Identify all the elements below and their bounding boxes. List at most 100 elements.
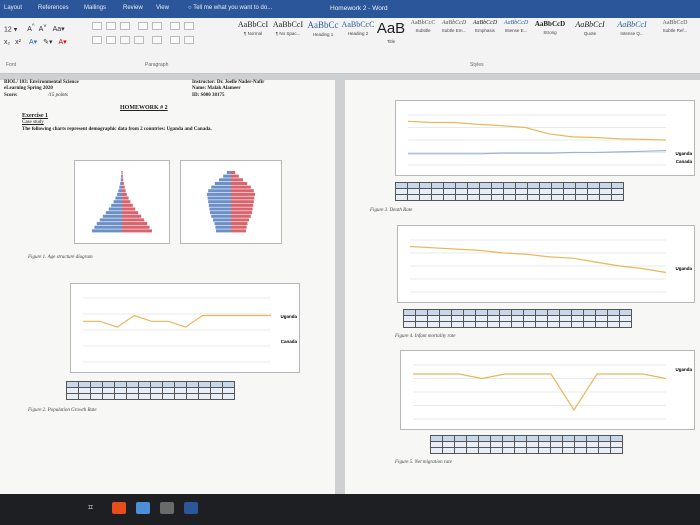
tab-mailings[interactable]: Mailings xyxy=(84,5,106,11)
pyramid-male-bar xyxy=(215,225,231,229)
edge-app-icon[interactable] xyxy=(136,502,150,514)
pyramid-female-bar xyxy=(122,200,131,204)
pyramid-female-bar xyxy=(122,225,150,229)
font-format-row: x₂ x² A▾ ✎▾ A▾ xyxy=(4,38,67,46)
style-normal[interactable]: AaBbCcI ¶ Normal xyxy=(236,20,270,54)
pyramid-male-bar xyxy=(102,214,122,218)
document-page-right[interactable]: Uganda Canada Figure 3. Death Rate Ugand… xyxy=(345,80,700,500)
paragraph-group xyxy=(92,22,227,56)
style-emphasis[interactable]: AaBbCcD Emphasis xyxy=(470,20,500,54)
tab-references[interactable]: References xyxy=(38,5,69,11)
align-center-icon[interactable] xyxy=(106,36,116,44)
word-window: Layout References Mailings Review View ○… xyxy=(0,0,700,525)
text-effects-icon[interactable]: A▾ xyxy=(29,39,37,46)
student-id: ID: S000 38175 xyxy=(192,93,225,98)
chart-infant-mortality[interactable]: Uganda xyxy=(397,225,695,303)
pyramid-female-bar xyxy=(122,192,127,196)
figure-2-caption: Figure 2. Population Growth Rate xyxy=(28,408,97,413)
series-line-uganda xyxy=(407,120,667,141)
tab-review[interactable]: Review xyxy=(123,5,143,11)
style-subtitle[interactable]: AaBbCcC Subtitle xyxy=(408,20,438,54)
office-app-icon[interactable] xyxy=(112,502,126,514)
pyramid-male-bar xyxy=(214,222,231,226)
pyramid-female-bar xyxy=(122,203,133,207)
align-left-icon[interactable] xyxy=(92,36,102,44)
pyramid-female-bar xyxy=(122,222,148,226)
pyramid-male-bar xyxy=(117,192,122,196)
style-heading-1[interactable]: AaBbCc Heading 1 xyxy=(306,20,340,54)
pyramid-female-bar xyxy=(231,181,248,185)
pyramid-female-bar xyxy=(231,196,255,200)
pyramid-female-bar xyxy=(231,185,251,189)
chart-death-rate[interactable]: Uganda Canada xyxy=(395,100,695,176)
style-subtle-emphasis[interactable]: AaBbCcD Subtle Em... xyxy=(439,20,469,54)
font-color-icon[interactable]: A▾ xyxy=(58,39,66,46)
pyramid-uganda[interactable] xyxy=(74,160,170,244)
decrease-indent-icon[interactable] xyxy=(138,22,148,30)
style-title[interactable]: AaB Title xyxy=(376,20,406,54)
numbering-icon[interactable] xyxy=(106,22,116,30)
style-intense-quote[interactable]: AaBbCcI Intense Q... xyxy=(612,20,652,54)
chart-infant-svg xyxy=(409,239,667,293)
font-size-box[interactable]: 12 ▾ A^ A˅ Aa▾ xyxy=(4,24,65,33)
figure-1-caption: Figure 1. Age structure diagram xyxy=(28,255,93,260)
line-spacing-icon[interactable] xyxy=(152,36,162,44)
subscript-icon[interactable]: x₂ xyxy=(4,39,10,46)
font-size-arrow-icon[interactable]: ▾ xyxy=(14,26,18,33)
highlight-icon[interactable]: ✎▾ xyxy=(43,39,52,46)
show-marks-icon[interactable] xyxy=(184,22,194,30)
shading-icon[interactable] xyxy=(170,36,180,44)
superscript-icon[interactable]: x² xyxy=(15,39,21,46)
home-ribbon: 12 ▾ A^ A˅ Aa▾ x₂ x² A▾ ✎▾ A▾ Font Parag… xyxy=(0,18,700,74)
pyramid-male-bar xyxy=(120,181,122,185)
change-case-icon[interactable]: Aa▾ xyxy=(53,26,65,33)
shrink-font-icon[interactable]: A˅ xyxy=(39,24,47,33)
align-right-icon[interactable] xyxy=(120,36,130,44)
style-heading-2[interactable]: AaBbCcC Heading 2 xyxy=(341,20,375,54)
pyramid-male-bar xyxy=(94,225,122,229)
store-app-icon[interactable] xyxy=(160,502,174,514)
lightbulb-icon: ○ xyxy=(188,5,192,11)
borders-icon[interactable] xyxy=(184,36,194,44)
bullets-icon[interactable] xyxy=(92,22,102,30)
pyramid-female-bar xyxy=(122,196,129,200)
style-subtle-reference[interactable]: AaBbCcD Subtle Ref... xyxy=(654,20,696,54)
grow-font-icon[interactable]: A^ xyxy=(27,24,34,33)
migration-data-table xyxy=(430,435,623,454)
pyramid-female-bar xyxy=(122,229,152,233)
pyramid-male-bar xyxy=(210,211,231,215)
pyramid-male-bar xyxy=(96,222,122,226)
tab-layout[interactable]: Layout xyxy=(4,5,22,11)
instructor-line: Instructor: Dr. Joelle Nader-Nafir xyxy=(192,80,265,85)
pyramid-male-bar xyxy=(120,178,122,182)
styles-group-label: Styles xyxy=(470,62,484,68)
pyramid-female-bar xyxy=(231,218,249,222)
word-app-icon[interactable] xyxy=(184,502,198,514)
pyramid-female-bar xyxy=(231,189,254,193)
style-strong[interactable]: AaBbCcD Strong xyxy=(532,20,568,54)
pyramid-female-bar xyxy=(231,192,255,196)
task-view-icon[interactable]: ⌗ xyxy=(88,502,102,514)
justify-icon[interactable] xyxy=(134,36,144,44)
chart-growth-rate[interactable]: Uganda Canada xyxy=(70,283,300,373)
tab-view[interactable]: View xyxy=(156,5,169,11)
style-intense-emphasis[interactable]: AaBbCcD Intense E... xyxy=(501,20,531,54)
paragraph-group-label: Paragraph xyxy=(145,62,169,68)
style-quote[interactable]: AaBbCcI Quote xyxy=(570,20,610,54)
multilevel-list-icon[interactable] xyxy=(120,22,130,30)
figure-4-caption: Figure 4. Infant mortality rate xyxy=(395,334,456,339)
pyramid-female-bar xyxy=(231,200,254,204)
pyramid-canada[interactable] xyxy=(180,160,282,244)
tell-me-search[interactable]: ○ Tell me what you want to do... xyxy=(188,5,272,11)
pyramid-male-bar xyxy=(121,171,122,175)
increase-indent-icon[interactable] xyxy=(152,22,162,30)
pyramid-male-bar xyxy=(121,174,122,178)
sort-icon[interactable] xyxy=(170,22,180,30)
chart-net-migration[interactable]: Uganda xyxy=(400,350,695,430)
style-no-spacing[interactable]: AaBbCcI ¶ No Spac... xyxy=(271,20,305,54)
pyramid-male-bar xyxy=(105,211,122,215)
death-data-table xyxy=(395,182,624,201)
legend-uganda-growth: Uganda xyxy=(280,314,297,319)
document-page-left[interactable]: BIOL/ 103: Environmental Science eLearni… xyxy=(0,80,335,500)
pyramid-female-bar xyxy=(122,211,139,215)
